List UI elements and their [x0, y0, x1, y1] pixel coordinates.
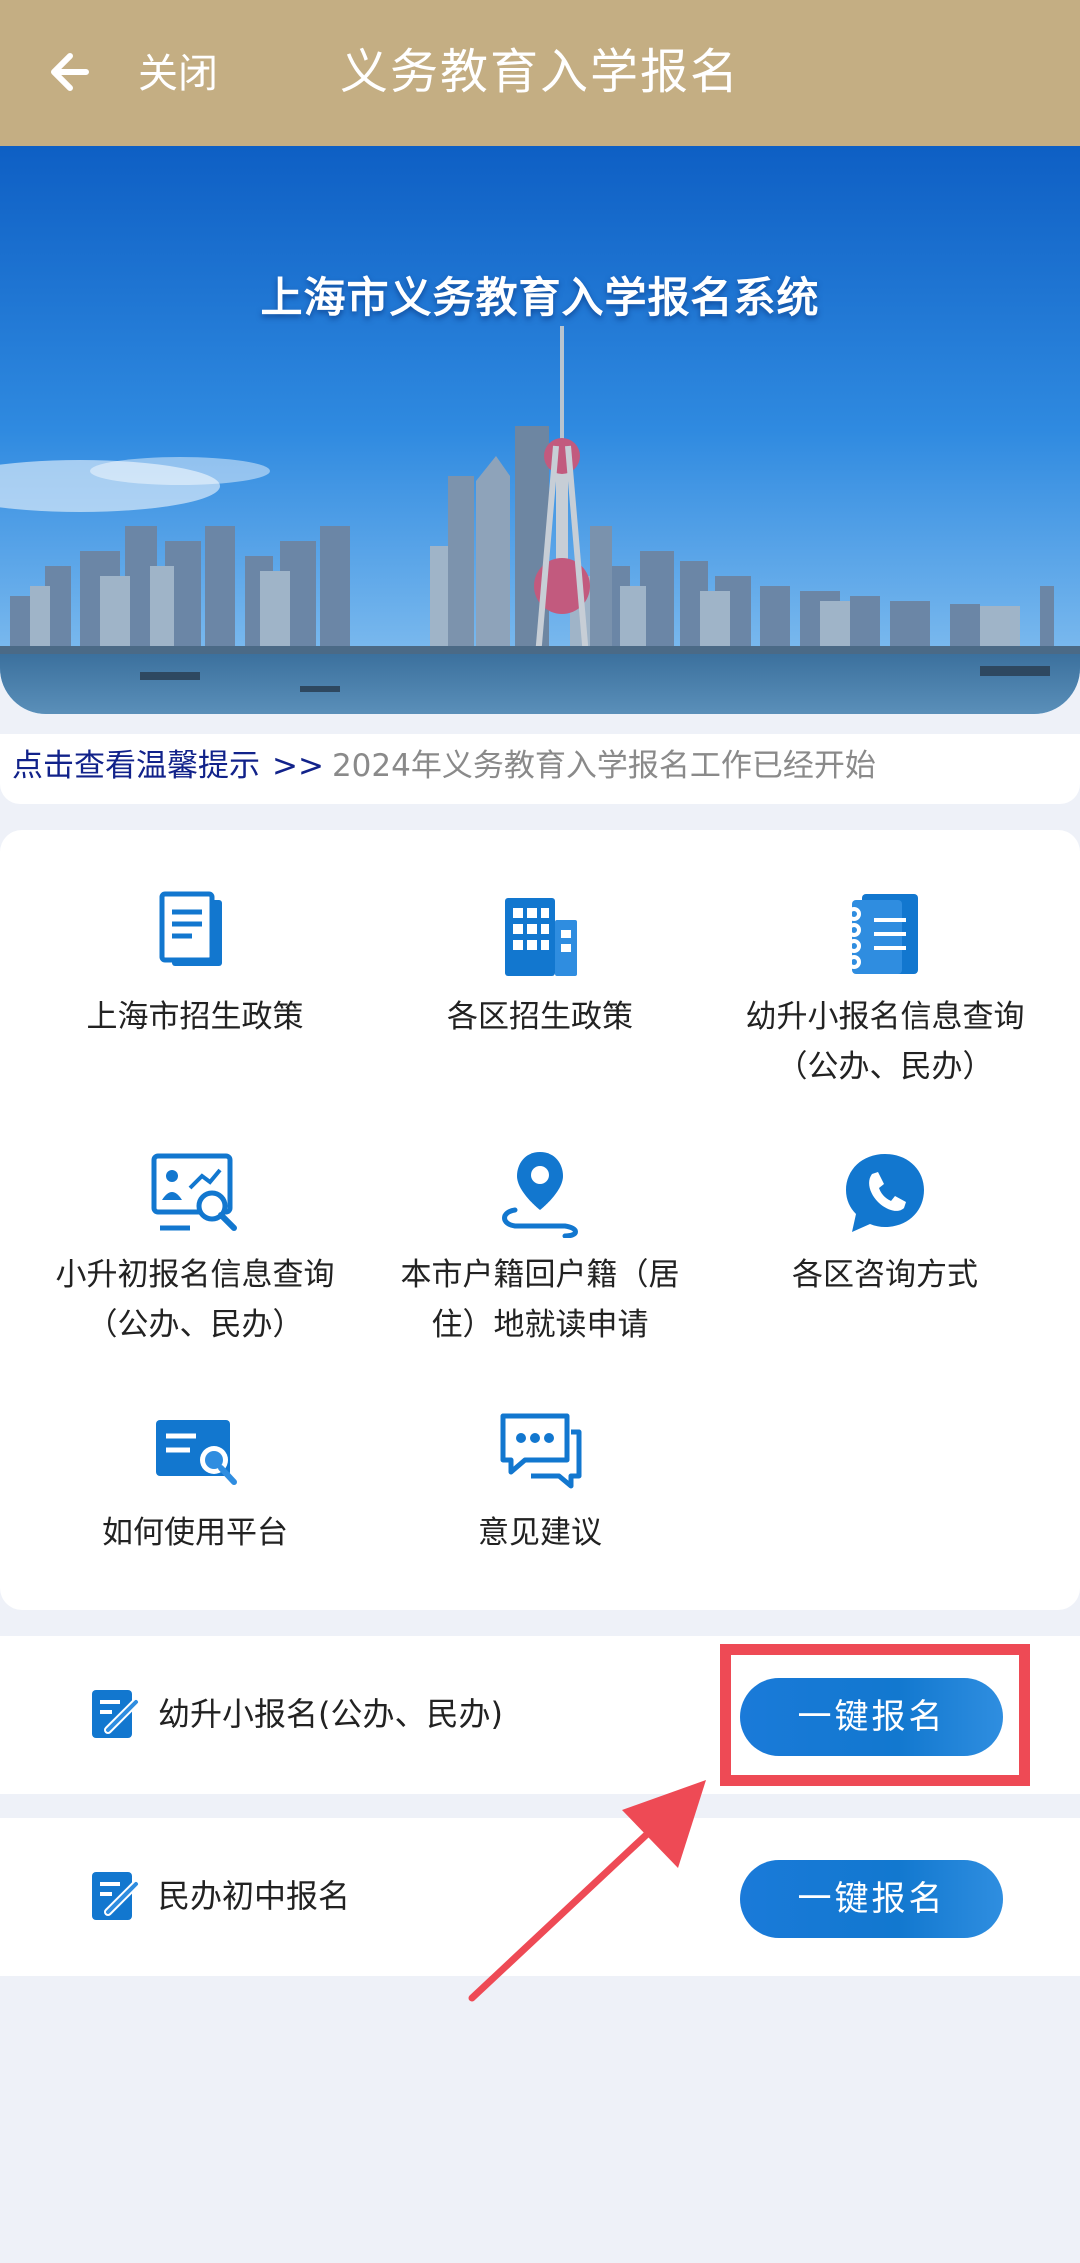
- building-icon: [495, 890, 585, 980]
- banner-image: 上海市义务教育入学报名系统: [0, 146, 1080, 714]
- grid-label-line1: 小升初报名信息查询: [55, 1257, 335, 1293]
- grid-label: 各区咨询方式: [792, 1257, 978, 1293]
- chat-bubble-icon: [495, 1406, 585, 1496]
- registration-label: 幼升小报名(公办、民办): [158, 1695, 503, 1733]
- one-click-register-button[interactable]: 一键报名: [740, 1860, 1003, 1938]
- page-title: 义务教育入学报名: [339, 44, 740, 100]
- registration-label: 民办初中报名: [158, 1877, 351, 1915]
- card-settings-icon: [150, 1406, 240, 1496]
- notice-text: 2024年义务教育入学报名工作已经开始: [331, 748, 876, 784]
- location-pin-icon: [495, 1148, 585, 1239]
- grid-item-district-policy[interactable]: 各区招生政策: [370, 890, 710, 1042]
- grid-item-middle-query[interactable]: 小升初报名信息查询 （公办、民办）: [25, 1148, 365, 1350]
- grid-item-feedback[interactable]: 意见建议: [370, 1406, 710, 1558]
- edit-icon: [90, 1688, 142, 1740]
- grid-label-line2: （公办、民办）: [776, 1049, 994, 1085]
- notice-link[interactable]: 点击查看温馨提示: [12, 748, 260, 784]
- grid-item-primary-query[interactable]: 幼升小报名信息查询 （公办、民办）: [715, 890, 1055, 1092]
- annotation-arrow-icon: [460, 1770, 720, 2014]
- search-profile-icon: [150, 1148, 240, 1238]
- grid-label: 上海市招生政策: [86, 999, 304, 1035]
- grid-label-line1: 本市户籍回户籍（居: [400, 1257, 680, 1293]
- notebook-icon: [840, 890, 930, 980]
- notice-bar[interactable]: 点击查看温馨提示 >> 2024年义务教育入学报名工作已经开始: [0, 734, 1080, 804]
- grid-label: 本市户籍回户籍（居 住）地就读申请: [370, 1250, 710, 1350]
- notice-arrow: >>: [272, 748, 324, 784]
- grid-label-line2: （公办、民办）: [86, 1307, 304, 1343]
- app-header: 关闭 义务教育入学报名: [0, 0, 1080, 146]
- grid-item-shanghai-policy[interactable]: 上海市招生政策: [25, 890, 365, 1042]
- grid-label-line1: 幼升小报名信息查询: [745, 999, 1025, 1035]
- grid-label: 如何使用平台: [102, 1515, 288, 1551]
- annotation-highlight-box: [720, 1644, 1030, 1786]
- phone-icon: [840, 1148, 930, 1238]
- grid-item-district-contact[interactable]: 各区咨询方式: [715, 1148, 1055, 1300]
- edit-icon: [90, 1870, 142, 1922]
- grid-label-line2: 住）地就读申请: [431, 1307, 649, 1343]
- grid-item-how-to-use[interactable]: 如何使用平台: [25, 1406, 365, 1558]
- grid-label: 意见建议: [478, 1515, 602, 1551]
- grid-label: 小升初报名信息查询 （公办、民办）: [25, 1250, 365, 1350]
- banner-title: 上海市义务教育入学报名系统: [260, 273, 820, 322]
- function-grid: 上海市招生政策 各区招生政策 幼升小报名信息查询 （公办、民办） 小升初报名信息…: [0, 830, 1080, 1610]
- grid-item-hukou-application[interactable]: 本市户籍回户籍（居 住）地就读申请: [370, 1148, 710, 1350]
- grid-label: 幼升小报名信息查询 （公办、民办）: [715, 992, 1055, 1092]
- grid-label: 各区招生政策: [447, 999, 633, 1035]
- document-icon: [150, 890, 240, 980]
